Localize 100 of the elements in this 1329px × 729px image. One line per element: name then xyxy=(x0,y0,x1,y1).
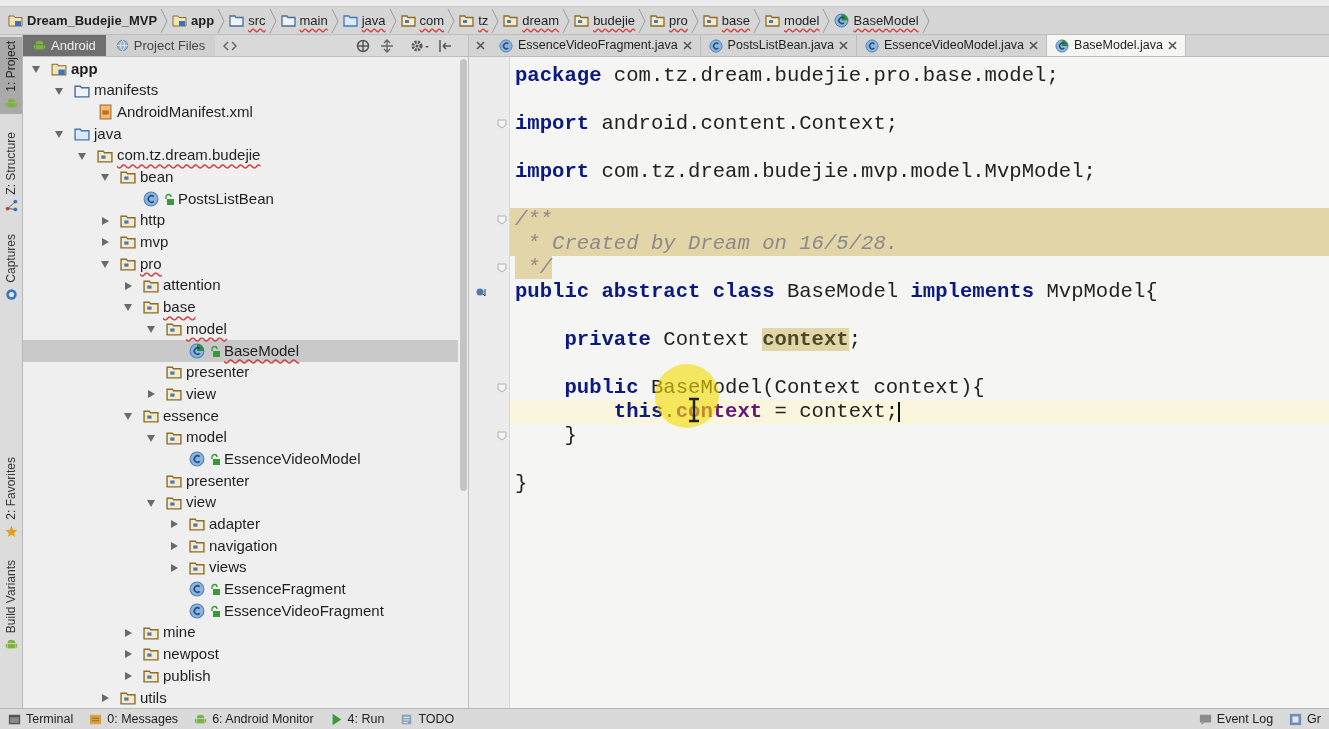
status-bar-button[interactable]: 6: Android Monitor xyxy=(186,709,322,729)
scrollbar-thumb[interactable] xyxy=(459,59,467,491)
status-bar-button[interactable]: 0: Messages xyxy=(81,709,187,729)
package-icon xyxy=(189,516,205,533)
editor-tab[interactable]: BaseModel.java xyxy=(1047,35,1186,56)
code-line: } xyxy=(563,424,577,448)
tree-item[interactable]: mvp xyxy=(23,231,458,254)
android-icon xyxy=(33,39,46,52)
breadcrumb-item[interactable]: app xyxy=(172,7,218,34)
code-line: import com.tz.dream.budejie.mvp.model.MvpModel; xyxy=(515,160,1096,184)
status-bar-button[interactable]: 4: Run xyxy=(321,709,393,729)
tree-item[interactable]: BaseModel xyxy=(23,339,458,362)
tree-item[interactable]: manifests xyxy=(23,79,458,102)
tree-item[interactable]: AndroidManifest.xml xyxy=(23,101,458,124)
tree-item[interactable]: java xyxy=(23,123,458,145)
tree-item[interactable]: EssenceVideoModel xyxy=(23,448,458,471)
tool-window-tab[interactable]: Build Variants xyxy=(0,555,22,655)
class-icon xyxy=(189,342,205,359)
status-bar-button[interactable]: Terminal xyxy=(0,709,82,729)
breadcrumb-item[interactable]: main xyxy=(280,7,331,34)
tree-item[interactable]: essence xyxy=(23,405,458,427)
folder-icon xyxy=(280,13,296,28)
android-icon xyxy=(4,96,18,110)
android-icon xyxy=(4,637,18,651)
tree-item[interactable]: attention xyxy=(23,274,458,297)
close-icon xyxy=(838,41,848,50)
tree-item[interactable]: EssenceFragment xyxy=(23,578,458,601)
status-bar-button[interactable]: Gr xyxy=(1281,709,1329,729)
tool-window-tab[interactable]: Z: Structure xyxy=(0,127,22,217)
tree-item[interactable]: base xyxy=(23,296,458,319)
pin-icon[interactable] xyxy=(438,38,452,53)
package-icon xyxy=(166,386,182,403)
fold-marker-icon xyxy=(497,215,507,225)
status-bar-button[interactable]: Event Log xyxy=(1190,709,1282,729)
target-icon[interactable] xyxy=(356,38,370,53)
code-line: package com.tz.dream.budejie.pro.base.model; xyxy=(515,64,1059,88)
tool-window-tab[interactable]: 2: Favorites xyxy=(0,453,22,542)
package-icon xyxy=(574,13,590,28)
tool-window-tab[interactable]: 1: Project xyxy=(0,37,22,114)
settings-icon[interactable] xyxy=(410,38,430,53)
tree-item[interactable]: pro xyxy=(23,253,458,275)
fold-marker-icon xyxy=(497,263,507,273)
lock-icon xyxy=(209,453,220,466)
tree-item[interactable]: com.tz.dream.budejie xyxy=(23,144,458,167)
fold-marker-icon xyxy=(497,383,507,393)
messages-icon xyxy=(89,712,103,726)
breadcrumb-item[interactable]: tz xyxy=(459,7,492,34)
breadcrumb-item[interactable]: Dream_Budejie_MVP xyxy=(8,7,161,34)
star-icon xyxy=(4,524,18,538)
tree-item[interactable]: newpost xyxy=(23,643,458,666)
breadcrumb-item[interactable]: pro xyxy=(650,7,691,34)
breadcrumb-item[interactable]: budejie xyxy=(574,7,639,34)
collapse-icon[interactable] xyxy=(380,38,394,53)
package-icon xyxy=(702,13,718,28)
tree-item[interactable]: model xyxy=(23,318,458,340)
tree-item[interactable]: model xyxy=(23,426,458,449)
chevron-icon xyxy=(447,7,456,34)
breadcrumb-item[interactable]: src xyxy=(229,7,269,34)
tool-window-tab[interactable]: Captures xyxy=(0,230,22,306)
split-arrows-icon[interactable] xyxy=(223,40,238,51)
tree-item[interactable]: bean xyxy=(23,166,458,189)
folder-icon xyxy=(172,13,188,28)
tree-item[interactable]: presenter xyxy=(23,361,458,384)
tree-item[interactable]: mine xyxy=(23,621,458,644)
tree-item[interactable]: presenter xyxy=(23,470,458,492)
tree-item[interactable]: view xyxy=(23,491,458,514)
chevron-icon xyxy=(491,7,500,34)
breadcrumb-item[interactable]: model xyxy=(765,7,823,34)
breadcrumb-item[interactable]: BaseModel xyxy=(834,7,922,34)
breadcrumb-item[interactable]: base xyxy=(702,7,754,34)
class-icon xyxy=(1055,38,1070,53)
tree-item[interactable]: views xyxy=(23,556,458,579)
lock-icon xyxy=(209,344,220,357)
breadcrumb-item[interactable]: java xyxy=(342,7,389,34)
tree-item[interactable]: view xyxy=(23,383,458,405)
package-icon xyxy=(120,234,136,251)
package-icon xyxy=(400,13,416,28)
class-icon xyxy=(834,13,850,28)
chevron-icon xyxy=(330,7,339,34)
class-icon xyxy=(189,603,205,620)
tree-item[interactable]: adapter xyxy=(23,513,458,536)
breadcrumb-item[interactable]: com xyxy=(400,7,448,34)
tree-item[interactable]: utils xyxy=(23,686,458,708)
tree-item[interactable]: PostsListBean xyxy=(23,188,458,210)
folder-icon xyxy=(229,13,245,28)
breadcrumb-item[interactable]: dream xyxy=(503,7,563,34)
view-tab[interactable]: Android xyxy=(23,35,106,56)
tree-item[interactable]: navigation xyxy=(23,535,458,557)
tree-item[interactable]: publish xyxy=(23,665,458,687)
tree-item[interactable]: http xyxy=(23,209,458,232)
lock-icon xyxy=(163,192,174,205)
tree-item[interactable]: EssenceVideoFragment xyxy=(23,600,458,622)
chevron-icon xyxy=(217,7,226,34)
close-icon xyxy=(1168,41,1177,50)
chevron-icon xyxy=(921,7,930,34)
text-caret xyxy=(898,402,901,422)
tree-item[interactable]: app xyxy=(23,58,458,80)
chevron-icon xyxy=(822,7,831,34)
view-tab[interactable]: Project Files xyxy=(105,35,216,56)
status-bar-button[interactable]: TODO xyxy=(392,709,463,729)
